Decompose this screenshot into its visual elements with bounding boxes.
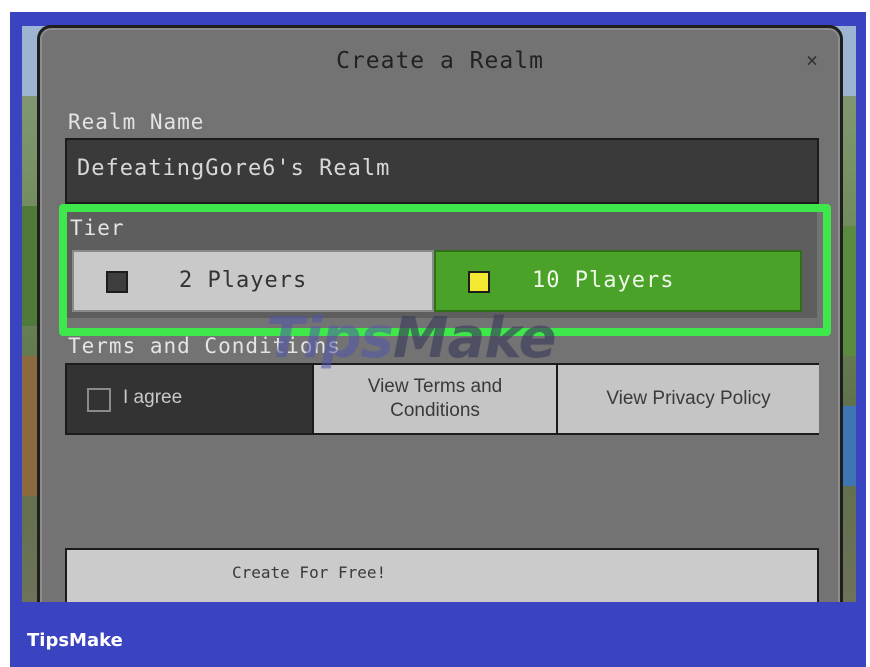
agree-checkbox[interactable]	[87, 388, 111, 412]
watermark: TipsMake	[266, 306, 557, 371]
close-icon[interactable]: ×	[806, 48, 818, 72]
watermark-part-2: Make	[392, 306, 557, 371]
terms-row: I agree View Terms and Conditions View P…	[65, 363, 819, 435]
dialog-title: Create a Realm	[336, 48, 544, 74]
agree-label: I agree	[123, 387, 183, 408]
realm-name-input[interactable]: DefeatingGore6's Realm	[65, 138, 819, 204]
realm-name-value: DefeatingGore6's Realm	[77, 156, 391, 181]
create-for-free-label: Create For Free!	[232, 563, 387, 582]
caption: TipsMake	[27, 630, 123, 651]
caption-bar	[10, 602, 866, 667]
realm-name-label: Realm Name	[68, 110, 205, 134]
view-terms-label: View Terms and Conditions	[367, 376, 503, 421]
view-privacy-button[interactable]: View Privacy Policy	[556, 365, 819, 433]
view-terms-button[interactable]: View Terms and Conditions	[312, 365, 556, 433]
view-privacy-label: View Privacy Policy	[606, 388, 771, 409]
watermark-part-1: Tips	[266, 306, 394, 371]
